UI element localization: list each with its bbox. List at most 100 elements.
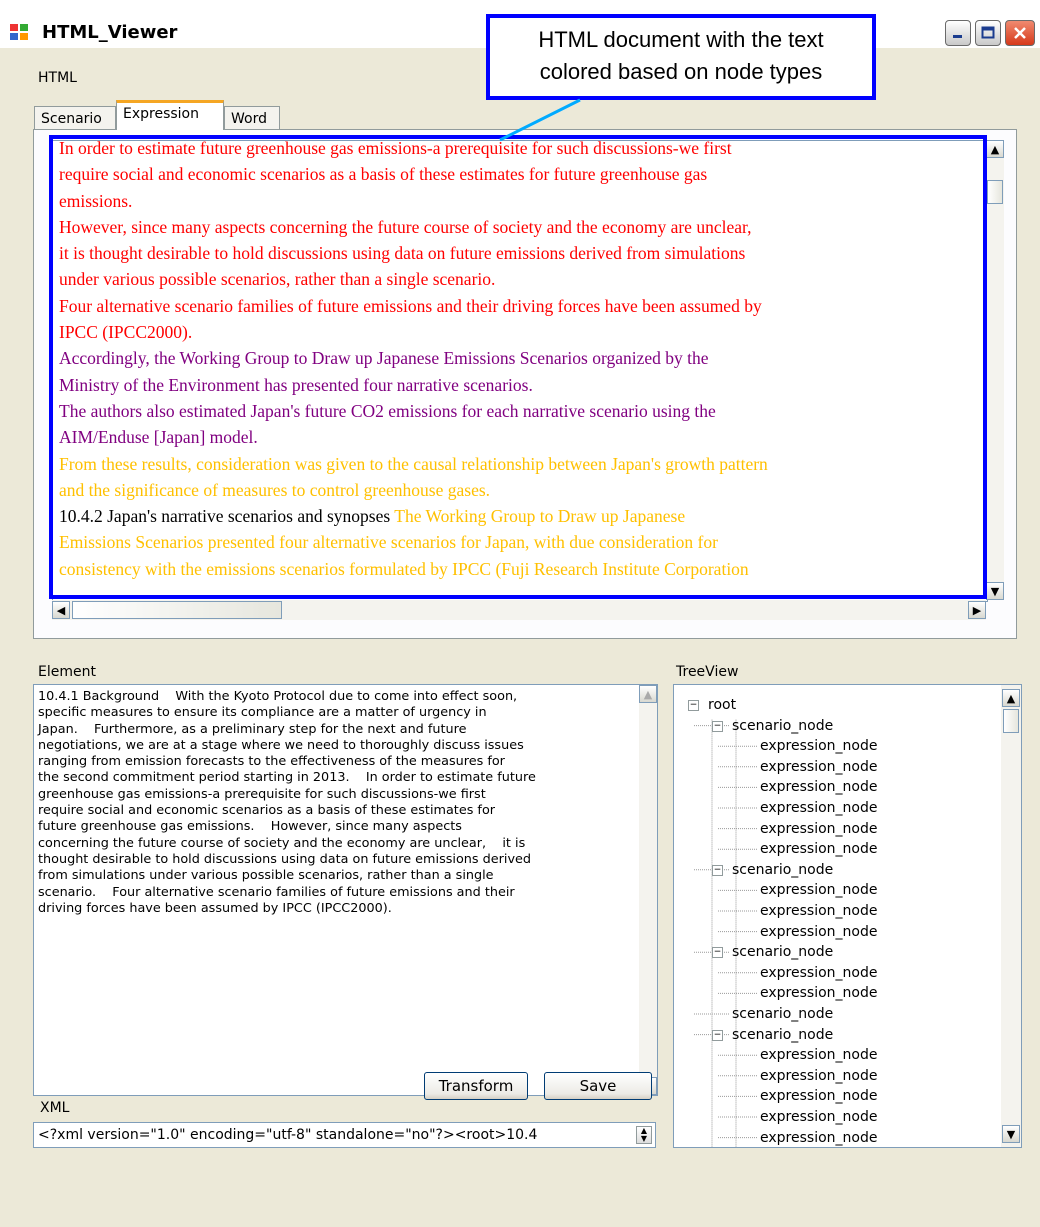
scroll-left-icon[interactable]: ◀ — [52, 601, 70, 619]
section-heading: 10.4.2 Japan's narrative scenarios and s… — [59, 506, 391, 527]
annotation-callout: HTML document with the text colored base… — [486, 14, 876, 100]
treeview-group-label: TreeView — [676, 664, 739, 680]
html-document-view[interactable]: In order to estimate future greenhouse g… — [52, 140, 988, 602]
html-content-text: require social and economic scenarios as… — [59, 164, 708, 185]
minimize-icon — [953, 35, 962, 38]
tree-expression-node[interactable]: expression_node — [760, 798, 877, 818]
html-content-line: Ministry of the Environment has presente… — [59, 372, 977, 398]
tree-expression-node[interactable]: expression_node — [760, 1045, 877, 1065]
close-icon — [1014, 27, 1026, 39]
html-content-text: From these results, consideration was gi… — [59, 453, 768, 474]
html-content-text: it is thought desirable to hold discussi… — [59, 243, 746, 264]
tree-scenario-node[interactable]: scenario_node — [732, 860, 833, 880]
html-content-line: require social and economic scenarios as… — [59, 161, 977, 187]
html-content-line: emissions. — [59, 188, 977, 214]
html-content-text: AIM/Enduse [Japan] model. — [59, 427, 258, 448]
html-content-text: Accordingly, the Working Group to Draw u… — [59, 348, 709, 369]
html-content-text: emissions. — [59, 190, 133, 211]
tree-scenario-node[interactable]: scenario_node — [732, 1004, 833, 1024]
scroll-right-icon[interactable]: ▶ — [968, 601, 986, 619]
collapse-icon[interactable]: − — [712, 864, 723, 876]
tree-expression-node[interactable]: expression_node — [760, 922, 877, 942]
xml-group-label: XML — [40, 1100, 70, 1116]
element-textbox[interactable]: 10.4.1 Background With the Kyoto Protoco… — [33, 684, 658, 1096]
html-viewer-window: HTML_Viewer HTML Scenario Expression Wor… — [0, 0, 1040, 1227]
html-content-text: The Working Group to Draw up Japanese — [390, 506, 686, 527]
html-content-line: However, since many aspects concerning t… — [59, 214, 977, 240]
element-text: 10.4.1 Background With the Kyoto Protoco… — [38, 689, 536, 916]
tab-word[interactable]: Word — [224, 106, 280, 130]
tree-expression-node[interactable]: expression_node — [760, 757, 877, 777]
html-vertical-scrollbar[interactable]: ▲ ▼ — [986, 140, 1004, 600]
tree-expression-node[interactable]: expression_node — [760, 1128, 877, 1147]
tree-scenario-node[interactable]: scenario_node — [732, 716, 833, 736]
tree-expression-node[interactable]: expression_node — [760, 963, 877, 983]
element-vertical-scrollbar[interactable]: ▲ ▼ — [639, 685, 657, 1095]
treeview[interactable]: root − scenario_node − expression_node expres… — [673, 684, 1022, 1148]
tree-expression-node[interactable]: expression_node — [760, 819, 877, 839]
html-content-text: IPCC (IPCC2000). — [59, 322, 193, 343]
html-content-line: and the significance of measures to cont… — [59, 477, 977, 503]
minimize-button[interactable] — [945, 20, 971, 46]
scroll-down-icon[interactable]: ▼ — [1002, 1125, 1020, 1143]
callout-line-2: colored based on node types — [539, 59, 823, 84]
tree-expression-node[interactable]: expression_node — [760, 1066, 877, 1086]
scroll-down-icon[interactable]: ▼ — [986, 582, 1004, 600]
tree-expression-node[interactable]: expression_node — [760, 880, 877, 900]
transform-button[interactable]: Transform — [424, 1072, 528, 1100]
html-content-line: Accordingly, the Working Group to Draw u… — [59, 345, 977, 371]
html-content-line: In order to estimate future greenhouse g… — [59, 140, 977, 161]
window-title: HTML_Viewer — [42, 22, 178, 43]
html-document-content: In order to estimate future greenhouse g… — [59, 140, 977, 582]
spin-button[interactable]: ▲ ▼ — [636, 1126, 652, 1144]
tree-expression-node[interactable]: expression_node — [760, 839, 877, 859]
tree-vertical-scrollbar[interactable]: ▲ ▼ — [1001, 685, 1021, 1147]
horizontal-scroll-thumb[interactable] — [72, 601, 282, 619]
scroll-up-icon[interactable]: ▲ — [986, 140, 1004, 158]
html-tab-panel: In order to estimate future greenhouse g… — [33, 129, 1017, 639]
tab-expression[interactable]: Expression — [116, 100, 224, 130]
collapse-icon[interactable]: − — [712, 947, 723, 959]
scroll-up-icon[interactable]: ▲ — [1002, 689, 1020, 707]
collapse-icon[interactable]: − — [712, 720, 723, 732]
html-content-line: Four alternative scenario families of fu… — [59, 293, 977, 319]
html-content-text: Ministry of the Environment has presente… — [59, 374, 533, 395]
html-content-text: However, since many aspects concerning t… — [59, 216, 752, 237]
close-button[interactable] — [1005, 20, 1035, 46]
scroll-thumb[interactable] — [1003, 709, 1019, 733]
scroll-up-icon[interactable]: ▲ — [639, 685, 657, 703]
collapse-icon[interactable]: − — [712, 1029, 723, 1041]
html-content-text: consistency with the emissions scenarios… — [59, 558, 749, 579]
html-content-text: and the significance of measures to cont… — [59, 479, 491, 500]
html-group-label: HTML — [38, 70, 77, 86]
tree-expression-node[interactable]: expression_node — [760, 1086, 877, 1106]
tree-expression-node[interactable]: expression_node — [760, 1107, 877, 1127]
tree-root-node[interactable]: root — [708, 695, 736, 715]
save-button[interactable]: Save — [544, 1072, 652, 1100]
html-content-line: The authors also estimated Japan's futur… — [59, 398, 977, 424]
html-content-text: The authors also estimated Japan's futur… — [59, 400, 716, 421]
tree-expression-node[interactable]: expression_node — [760, 736, 877, 756]
xml-value: <?xml version="1.0" encoding="utf-8" sta… — [38, 1127, 538, 1143]
callout-line-1: HTML document with the text — [538, 27, 824, 52]
tree-scenario-node[interactable]: scenario_node — [732, 1025, 833, 1045]
maximize-button[interactable] — [975, 20, 1001, 46]
html-horizontal-scrollbar[interactable]: ◀ ▶ — [52, 600, 986, 620]
scroll-thumb[interactable] — [987, 180, 1003, 204]
html-content-text: In order to estimate future greenhouse g… — [59, 140, 732, 158]
tree-expression-node[interactable]: expression_node — [760, 777, 877, 797]
tree-expression-node[interactable]: expression_node — [760, 983, 877, 1003]
html-content-line: Emissions Scenarios presented four alter… — [59, 529, 977, 555]
tree-scenario-node[interactable]: scenario_node — [732, 942, 833, 962]
tree-expression-node[interactable]: expression_node — [760, 901, 877, 921]
element-group-label: Element — [38, 664, 96, 680]
html-content-line: From these results, consideration was gi… — [59, 451, 977, 477]
html-content-text: under various possible scenarios, rather… — [59, 269, 496, 290]
html-content-line: under various possible scenarios, rather… — [59, 266, 977, 292]
html-content-line: it is thought desirable to hold discussi… — [59, 240, 977, 266]
xml-input[interactable]: <?xml version="1.0" encoding="utf-8" sta… — [33, 1122, 656, 1148]
html-content-line: 10.4.2 Japan's narrative scenarios and s… — [59, 503, 977, 529]
collapse-icon[interactable]: − — [688, 700, 699, 711]
html-content-text: Emissions Scenarios presented four alter… — [59, 532, 718, 553]
tab-scenario[interactable]: Scenario — [34, 106, 116, 130]
